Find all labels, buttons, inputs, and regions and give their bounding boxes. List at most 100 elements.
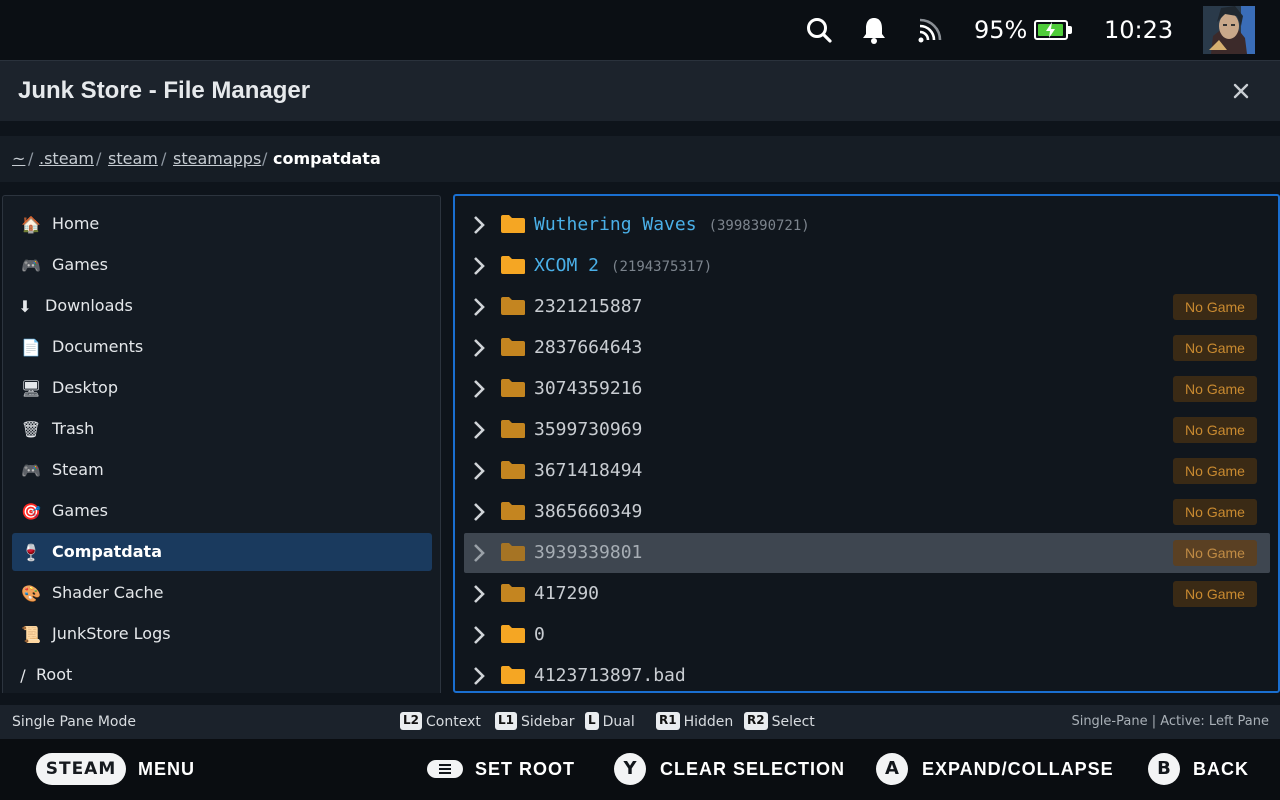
sidebar-item-games-2[interactable]: 🎯 Games <box>12 492 432 530</box>
app-id: (3998390721) <box>708 218 810 234</box>
chevron-right-icon[interactable] <box>472 215 486 235</box>
b-button-icon[interactable]: B <box>1148 753 1180 785</box>
battery-tip <box>1068 26 1072 34</box>
folder-row[interactable]: 4123713897.bad <box>464 656 1270 691</box>
folder-name: 3671418494 <box>534 460 643 481</box>
sidebar-item-label: Desktop <box>52 378 118 397</box>
hint-hidden[interactable]: R1 Hidden <box>656 705 733 739</box>
sidebar-item-root[interactable]: / Root <box>12 656 432 693</box>
hint-select[interactable]: R2 Select <box>744 705 815 739</box>
back-label[interactable]: BACK <box>1193 739 1249 800</box>
hint-sidebar[interactable]: L1 Sidebar <box>495 705 575 739</box>
sidebar-item-junkstore-logs[interactable]: 📜 JunkStore Logs <box>12 615 432 653</box>
sidebar-item-label: Games <box>52 501 108 520</box>
breadcrumb-steamapps[interactable]: steamapps <box>173 136 261 182</box>
folder-name: XCOM 2 (2194375317) <box>534 246 712 287</box>
hint-label: Hidden <box>683 714 734 730</box>
user-avatar[interactable] <box>1203 6 1255 54</box>
folder-row[interactable]: Wuthering Waves (3998390721) <box>464 205 1270 245</box>
gamepad-icon: 🎮 <box>21 256 41 275</box>
breadcrumb-separator: / <box>96 149 102 168</box>
sidebar-item-label: JunkStore Logs <box>52 624 171 643</box>
folder-icon <box>501 461 525 479</box>
breadcrumb-steam[interactable]: steam <box>108 136 158 182</box>
folder-row[interactable]: XCOM 2 (2194375317) <box>464 246 1270 286</box>
pane-mode-label: Single Pane Mode <box>12 714 136 730</box>
chevron-right-icon[interactable] <box>472 543 486 563</box>
download-arrow-icon: ⬇ <box>18 297 32 316</box>
wine-glass-icon: 🍷 <box>21 543 41 562</box>
controls-hint-bar: Single Pane Mode L2 Context L1 Sidebar L Du… <box>0 705 1280 739</box>
chevron-right-icon[interactable] <box>472 461 486 481</box>
button-footer: STEAM MENU SET ROOT Y CLEAR SELECTION A … <box>0 739 1280 800</box>
steam-button[interactable]: STEAM <box>36 753 126 785</box>
window-title: Junk Store - File Manager <box>18 77 311 104</box>
chevron-right-icon[interactable] <box>472 297 486 317</box>
folder-icon <box>501 584 525 602</box>
sidebar-item-trash[interactable]: 🗑 Trash <box>12 410 432 448</box>
sidebar-item-label: Shader Cache <box>52 583 164 602</box>
folder-row[interactable]: 2321215887 No Game <box>464 287 1270 327</box>
hint-dual[interactable]: L Dual <box>585 705 635 739</box>
folder-row-selected[interactable]: 3939339801 No Game <box>464 533 1270 573</box>
chevron-right-icon[interactable] <box>472 625 486 645</box>
no-game-badge: No Game <box>1173 335 1257 361</box>
menu-label[interactable]: MENU <box>138 739 195 800</box>
folder-row[interactable]: 417290 No Game <box>464 574 1270 614</box>
y-button-icon[interactable]: Y <box>614 753 646 785</box>
folder-row[interactable]: 0 <box>464 615 1270 655</box>
chevron-right-icon[interactable] <box>472 502 486 522</box>
breadcrumb-separator: / <box>262 149 268 168</box>
chevron-right-icon[interactable] <box>472 420 486 440</box>
breadcrumb-home[interactable]: ~ <box>12 136 25 182</box>
a-button-icon[interactable]: A <box>876 753 908 785</box>
chevron-right-icon[interactable] <box>472 666 486 686</box>
notification-bell-icon[interactable] <box>859 14 889 46</box>
sidebar-item-documents[interactable]: 📄 Documents <box>12 328 432 366</box>
charging-bolt-icon <box>1046 22 1055 38</box>
sidebar-item-desktop[interactable]: 🖥 Desktop <box>12 369 432 407</box>
folder-name: 3599730969 <box>534 419 643 440</box>
no-game-badge: No Game <box>1173 581 1257 607</box>
set-root-label[interactable]: SET ROOT <box>475 739 575 800</box>
wifi-icon <box>918 18 942 43</box>
folder-icon <box>501 625 525 643</box>
sidebar-item-label: Trash <box>52 419 95 438</box>
breadcrumb-separator: / <box>28 149 34 168</box>
trash-icon: 🗑 <box>20 420 42 439</box>
battery-percentage: 95% <box>974 16 1028 44</box>
system-status-bar: 95% 10:23 <box>0 0 1280 60</box>
sidebar-item-label: Root <box>36 665 73 684</box>
hint-label: Dual <box>602 714 635 730</box>
folder-row[interactable]: 3865660349 No Game <box>464 492 1270 532</box>
close-icon[interactable] <box>1228 78 1254 104</box>
no-game-badge: No Game <box>1173 376 1257 402</box>
folder-icon <box>501 666 525 684</box>
expand-collapse-label[interactable]: EXPAND/COLLAPSE <box>922 739 1114 800</box>
sidebar-item-home[interactable]: 🏠 Home <box>12 205 432 243</box>
chevron-right-icon[interactable] <box>472 379 486 399</box>
chevron-right-icon[interactable] <box>472 256 486 276</box>
clear-selection-label[interactable]: CLEAR SELECTION <box>660 739 845 800</box>
chevron-right-icon[interactable] <box>472 584 486 604</box>
folder-row[interactable]: 3074359216 No Game <box>464 369 1270 409</box>
hint-context[interactable]: L2 Context <box>400 705 481 739</box>
l1-button-icon: L1 <box>495 712 517 730</box>
no-game-badge: No Game <box>1173 458 1257 484</box>
search-icon[interactable] <box>804 14 834 46</box>
sidebar-item-steam[interactable]: 🎮 Steam <box>12 451 432 489</box>
folder-row[interactable]: 3671418494 No Game <box>464 451 1270 491</box>
document-icon: 📄 <box>21 338 41 357</box>
sidebar-item-shader-cache[interactable]: 🎨 Shader Cache <box>12 574 432 612</box>
hint-label: Sidebar <box>521 714 575 730</box>
folder-row[interactable]: 2837664643 No Game <box>464 328 1270 368</box>
monitor-icon: 🖥 <box>20 379 42 398</box>
sidebar-item-downloads[interactable]: ⬇ Downloads <box>12 287 432 325</box>
chevron-right-icon[interactable] <box>472 338 486 358</box>
menu-button-icon[interactable] <box>427 760 463 778</box>
sidebar-item-compatdata[interactable]: 🍷 Compatdata <box>12 533 432 571</box>
folder-name: 0 <box>534 624 545 645</box>
sidebar-item-games[interactable]: 🎮 Games <box>12 246 432 284</box>
breadcrumb-dot-steam[interactable]: .steam <box>39 136 94 182</box>
folder-row[interactable]: 3599730969 No Game <box>464 410 1270 450</box>
